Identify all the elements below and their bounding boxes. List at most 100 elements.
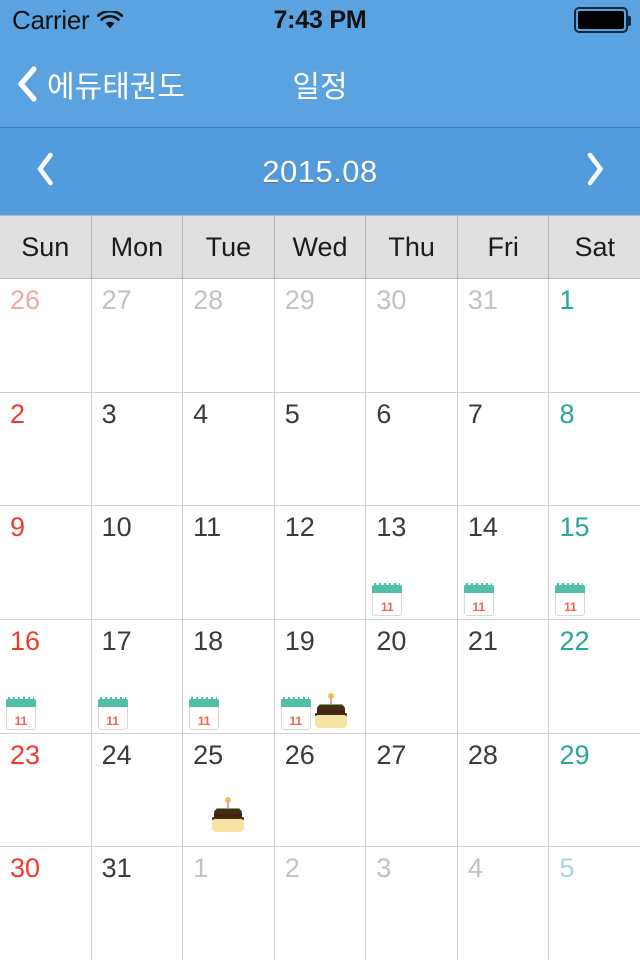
calendar-day-cell[interactable]: 11 [183, 506, 275, 620]
calendar-day-cell[interactable]: 29 [549, 734, 640, 847]
calendar-day-cell[interactable]: 16 11 [0, 620, 92, 733]
battery-icon [574, 7, 631, 33]
back-button-label: 에듀태권도 [47, 70, 185, 104]
day-number: 26 [10, 285, 41, 315]
day-event-badges: 11 [97, 696, 179, 730]
day-event-badges: 11 [6, 696, 87, 730]
day-number: 5 [284, 398, 300, 429]
calendar-day-cell[interactable]: 2 [0, 392, 92, 506]
calendar-icon-number: 11 [106, 713, 119, 728]
calendar-day-cell[interactable]: 29 [275, 279, 367, 392]
back-button[interactable]: 에듀태권도 [0, 62, 185, 106]
day-number: 11 [193, 512, 222, 543]
day-number: 24 [101, 739, 132, 770]
calendar-icon-number: 11 [380, 600, 394, 615]
calendar-event-icon: 11 [189, 696, 220, 730]
day-number: 25 [193, 739, 224, 770]
calendar-day-cell[interactable]: 28 [458, 733, 550, 847]
calendar-day-cell[interactable]: 3 [366, 847, 458, 960]
calendar-day-cell[interactable]: 1 [183, 847, 275, 960]
next-month-button[interactable] [550, 152, 640, 191]
calendar-day-cell[interactable]: 20 [366, 620, 458, 733]
calendar-day-cell[interactable]: 15 11 [549, 506, 640, 619]
day-event-badges: 11 [555, 582, 636, 617]
day-event-badges [183, 797, 274, 834]
chevron-right-icon [585, 152, 605, 191]
weekday-header-mon: Mon [92, 216, 184, 278]
day-number: 29 [559, 739, 590, 770]
day-number: 13 [376, 512, 407, 543]
calendar-day-cell[interactable]: 5 [275, 392, 367, 506]
calendar-event-icon: 11 [555, 583, 586, 617]
day-event-badges: 11 [189, 696, 270, 730]
calendar-day-cell[interactable]: 26 [0, 279, 92, 392]
day-number: 31 [467, 285, 498, 315]
weekday-header-wed: Wed [275, 216, 367, 278]
calendar-icon-binding [372, 583, 403, 594]
calendar-day-cell[interactable]: 5 [549, 847, 640, 960]
chevron-left-icon [35, 152, 55, 191]
day-number: 28 [467, 739, 498, 770]
status-bar: Carrier 7:43 PM [0, 0, 640, 40]
weekday-header-sat: Sat [574, 231, 616, 262]
calendar-week-row: 16 11 17 11 18 11 19 11 20 21 22 [0, 620, 640, 734]
calendar-event-icon: 11 [97, 696, 128, 730]
calendar-day-cell[interactable]: 31 [458, 279, 550, 392]
day-number: 23 [10, 739, 41, 770]
calendar-icon-number: 11 [472, 600, 486, 615]
birthday-cake-icon [211, 797, 245, 834]
battery-cap [627, 16, 631, 26]
calendar-day-cell[interactable]: 4 [183, 392, 275, 506]
calendar-day-cell[interactable]: 28 [183, 279, 275, 392]
calendar-day-cell[interactable]: 4 [458, 847, 550, 960]
calendar-day-cell[interactable]: 14 11 [458, 506, 550, 620]
calendar-day-cell[interactable]: 19 11 [275, 620, 367, 733]
calendar-day-cell[interactable]: 7 [458, 392, 550, 506]
navigation-bar: 에듀태권도 일정 [0, 40, 640, 128]
calendar-icon-number: 11 [564, 600, 577, 615]
day-number: 31 [101, 853, 132, 884]
calendar-day-cell[interactable]: 9 [0, 506, 92, 620]
calendar-day-cell[interactable]: 21 [458, 620, 550, 733]
calendar-day-cell[interactable]: 8 [549, 393, 640, 506]
day-number: 1 [559, 285, 575, 315]
calendar-screen: Carrier 7:43 PM 에듀태권도 일정 2015.08 Sun Mon… [0, 0, 640, 960]
calendar-event-icon: 11 [463, 583, 494, 617]
day-number: 18 [193, 626, 224, 657]
day-number: 4 [193, 398, 209, 429]
calendar-day-cell[interactable]: 12 [275, 506, 367, 620]
month-label: 2015.08 [262, 153, 378, 189]
day-number: 7 [467, 398, 483, 429]
weekday-header-row: Sun Mon Tue Wed Thu Fri Sat [0, 215, 640, 279]
calendar-day-cell[interactable]: 24 [92, 733, 184, 847]
calendar-day-cell[interactable]: 27 [92, 279, 184, 392]
calendar-day-cell[interactable]: 22 [549, 620, 640, 733]
calendar-day-cell[interactable]: 31 [92, 847, 184, 960]
day-number: 16 [10, 626, 41, 657]
day-number: 15 [559, 512, 590, 543]
calendar-day-cell[interactable]: 26 [275, 733, 367, 847]
calendar-day-cell[interactable]: 30 [0, 847, 92, 960]
calendar-day-cell[interactable]: 13 11 [366, 506, 458, 620]
chevron-left-icon [16, 65, 38, 102]
day-number: 29 [284, 285, 315, 315]
calendar-day-cell[interactable]: 27 [366, 733, 458, 847]
calendar-day-cell[interactable]: 23 [0, 733, 92, 847]
day-number: 21 [467, 626, 498, 657]
calendar-day-cell[interactable]: 17 11 [92, 620, 184, 733]
calendar-day-cell[interactable]: 1 [549, 279, 640, 392]
calendar-day-cell[interactable]: 3 [92, 392, 184, 506]
calendar-day-cell[interactable]: 6 [366, 392, 458, 506]
calendar-icon-binding [463, 583, 494, 594]
calendar-day-cell[interactable]: 25 [183, 733, 275, 847]
previous-month-button[interactable] [0, 152, 90, 191]
day-number: 2 [10, 398, 26, 429]
weekday-header-tue: Tue [183, 216, 275, 278]
calendar-day-cell[interactable]: 30 [366, 279, 458, 392]
calendar-day-cell[interactable]: 2 [275, 847, 367, 960]
calendar-event-icon: 11 [280, 696, 311, 730]
calendar-day-cell[interactable]: 10 [92, 506, 184, 620]
calendar-icon-number: 11 [289, 713, 303, 728]
calendar-day-cell[interactable]: 18 11 [183, 620, 275, 733]
calendar-icon-number: 11 [197, 713, 211, 728]
